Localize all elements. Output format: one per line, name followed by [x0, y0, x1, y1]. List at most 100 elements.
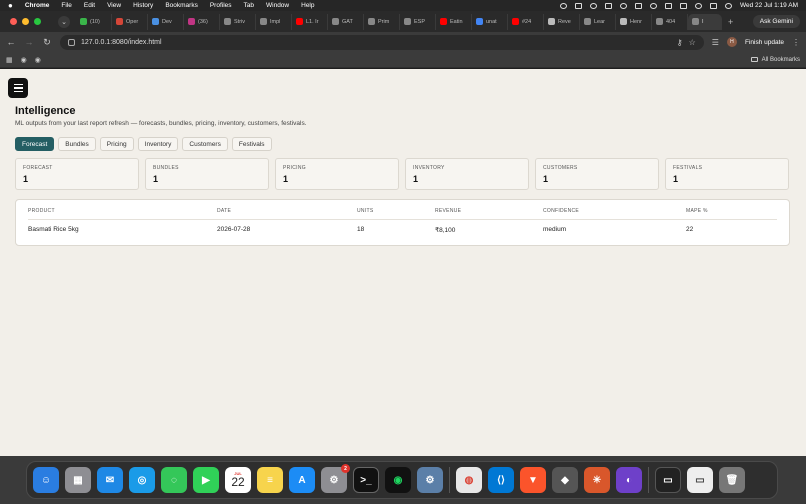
status-siri-icon[interactable] — [724, 2, 732, 9]
menu-app-name[interactable]: Chrome — [25, 2, 50, 9]
browser-tab[interactable]: Prim — [364, 13, 400, 30]
status-wifi-icon[interactable] — [664, 2, 672, 9]
card-value: 1 — [673, 174, 679, 184]
all-bookmarks-button[interactable]: All Bookmarks — [750, 57, 800, 63]
browser-tab[interactable]: (36) — [184, 13, 220, 30]
minimized-window-icon[interactable]: ▭ — [655, 467, 681, 493]
forward-arrow-icon[interactable]: → — [24, 37, 34, 47]
new-tab-button[interactable]: + — [728, 17, 733, 27]
messages-icon[interactable]: ◌ — [161, 467, 187, 493]
col-date: DATE — [217, 208, 232, 214]
tab-groups-icon[interactable]: ☰ — [712, 38, 719, 47]
dock-separator — [449, 467, 450, 493]
tab-search-chevron-icon[interactable]: ⌄ — [58, 15, 70, 28]
minimize-window-button[interactable] — [22, 18, 29, 25]
minimized-window-icon-2[interactable]: ▭ — [687, 467, 713, 493]
menu-bookmarks[interactable]: Bookmarks — [165, 2, 198, 9]
browser-tab[interactable]: Lear — [580, 13, 616, 30]
hamburger-menu-button[interactable] — [8, 78, 28, 98]
vscode-icon[interactable]: ⟨⟩ — [488, 467, 514, 493]
github-desktop-icon[interactable]: ◐ — [616, 467, 642, 493]
apps-grid-icon[interactable]: ▦ — [6, 56, 13, 64]
address-bar[interactable]: 127.0.0.1:8080/index.html ⚷ ☆ — [60, 34, 704, 50]
browser-tab[interactable]: Striv — [220, 13, 256, 30]
browser-tab[interactable]: Eatin — [436, 13, 472, 30]
tab-customers[interactable]: Customers — [182, 137, 228, 151]
menu-edit[interactable]: Edit — [84, 2, 95, 9]
status-battery-icon[interactable] — [679, 2, 687, 9]
tab-pricing[interactable]: Pricing — [99, 137, 134, 151]
safari-icon[interactable]: ◎ — [129, 467, 155, 493]
profile-avatar[interactable]: H — [726, 37, 737, 47]
browser-tab[interactable]: ESP — [400, 13, 436, 30]
summary-card-pricing: PRICING 1 — [275, 158, 399, 190]
menu-window[interactable]: Window — [266, 2, 289, 9]
tab-inventory[interactable]: Inventory — [137, 137, 179, 151]
status-sync-icon[interactable] — [589, 2, 597, 9]
cube-app-icon[interactable]: ◆ — [552, 467, 578, 493]
brave-icon[interactable]: ▼ — [520, 467, 546, 493]
mail-icon[interactable]: ✉ — [97, 467, 123, 493]
browser-tab[interactable]: unat — [472, 13, 508, 30]
finish-update-button[interactable]: Finish update — [745, 39, 784, 46]
close-window-button[interactable] — [10, 18, 17, 25]
status-bluetooth-icon[interactable] — [604, 2, 612, 9]
calendar-icon[interactable]: JUL 22 — [225, 467, 251, 493]
bookmark-star-icon[interactable]: ☆ — [689, 38, 696, 47]
ask-gemini-button[interactable]: Ask Gemini — [752, 15, 800, 28]
notes-icon[interactable]: ≡ — [257, 467, 283, 493]
browser-tab[interactable]: #24 — [508, 13, 544, 30]
apple-menu-icon[interactable]: ● — [8, 1, 13, 10]
bookmark-globe-icon-2[interactable]: ◉ — [35, 56, 41, 64]
tab-festivals[interactable]: Festivals — [231, 137, 272, 151]
status-display-icon[interactable] — [634, 2, 642, 9]
more-menu-icon[interactable]: ⋮ — [792, 38, 800, 47]
back-arrow-icon[interactable]: ← — [6, 37, 16, 47]
reload-icon[interactable]: ↻ — [42, 37, 52, 48]
menu-tab[interactable]: Tab — [244, 2, 254, 9]
menu-help[interactable]: Help — [301, 2, 314, 9]
menu-view[interactable]: View — [107, 2, 121, 9]
zoom-window-button[interactable] — [34, 18, 41, 25]
browser-tab[interactable]: (10) — [76, 13, 112, 30]
app-store-icon[interactable]: A — [289, 467, 315, 493]
browser-tab[interactable]: I — [688, 13, 722, 30]
password-key-icon[interactable]: ⚷ — [677, 38, 683, 47]
system-settings-icon[interactable]: ⚙ 2 — [321, 464, 350, 493]
facetime-icon[interactable]: ▶ — [193, 467, 219, 493]
chrome-icon[interactable]: ◍ — [456, 467, 482, 493]
menu-profiles[interactable]: Profiles — [210, 2, 232, 9]
browser-tab[interactable]: Dev — [148, 13, 184, 30]
url-text[interactable]: 127.0.0.1:8080/index.html — [81, 39, 162, 46]
browser-tab[interactable]: Henr — [616, 13, 652, 30]
menu-file[interactable]: File — [61, 2, 71, 9]
browser-tab[interactable]: Impl — [256, 13, 292, 30]
status-gear-icon[interactable] — [559, 2, 567, 9]
status-app-icon[interactable] — [574, 2, 582, 9]
claude-icon[interactable]: ✳ — [584, 467, 610, 493]
status-control-center-icon[interactable] — [709, 2, 717, 9]
spotify-icon[interactable]: ◉ — [385, 467, 411, 493]
trash-icon[interactable]: 🗑 — [719, 467, 745, 493]
status-play-icon[interactable] — [649, 2, 657, 9]
launchpad-icon[interactable]: ▦ — [65, 467, 91, 493]
tab-favicon-icon — [224, 18, 231, 25]
finder-icon[interactable]: ☺ — [33, 467, 59, 493]
status-moon-icon[interactable] — [619, 2, 627, 9]
bookmark-globe-icon[interactable]: ◉ — [21, 56, 27, 64]
utility-app-icon[interactable]: ⚙ — [417, 467, 443, 493]
terminal-icon[interactable]: >_ — [353, 467, 379, 493]
menu-history[interactable]: History — [133, 2, 153, 9]
tab-forecast[interactable]: Forecast — [15, 137, 55, 151]
site-info-icon[interactable] — [68, 38, 75, 46]
browser-tab[interactable]: Reve — [544, 13, 580, 30]
browser-tab[interactable]: GAT — [328, 13, 364, 30]
menubar-clock[interactable]: Wed 22 Jul 1:19 AM — [740, 2, 798, 9]
browser-tab[interactable]: L1. Ir — [292, 13, 328, 30]
status-search-icon[interactable] — [694, 2, 702, 9]
tab-favicon-icon — [152, 18, 159, 25]
tab-bundles[interactable]: Bundles — [58, 137, 96, 151]
browser-tab[interactable]: Oper — [112, 13, 148, 30]
browser-tab[interactable]: 404 — [652, 13, 688, 30]
cell-confidence: medium — [543, 226, 567, 233]
